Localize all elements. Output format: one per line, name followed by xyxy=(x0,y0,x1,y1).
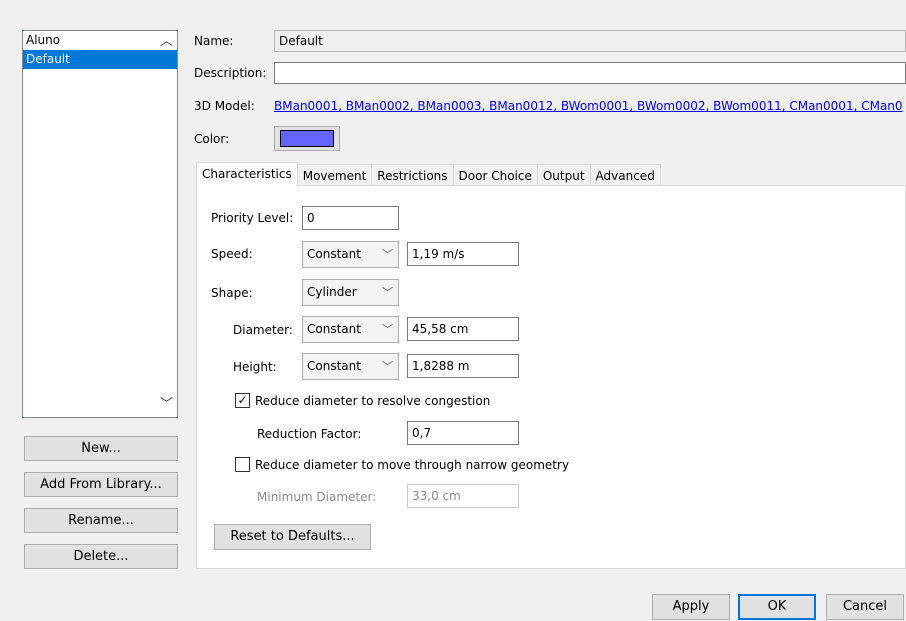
cancel-button[interactable]: Cancel xyxy=(826,594,904,620)
min-diameter-input: 33,0 cm xyxy=(407,484,519,508)
shape-select[interactable]: Cylinder ﹀ xyxy=(302,279,399,306)
speed-mode-value: Constant xyxy=(307,247,361,261)
reduction-factor-input[interactable]: 0,7 xyxy=(407,421,519,445)
add-from-library-button[interactable]: Add From Library... xyxy=(24,472,178,497)
diameter-input[interactable]: 45,58 cm xyxy=(407,317,519,341)
chevron-down-icon: ﹀ xyxy=(382,248,393,261)
reduce-narrow-label: Reduce diameter to move through narrow g… xyxy=(255,458,570,472)
speed-input[interactable]: 1,19 m/s xyxy=(407,242,519,266)
delete-button[interactable]: Delete... xyxy=(24,544,178,569)
chevron-down-icon: ﹀ xyxy=(382,286,393,299)
ok-button[interactable]: OK xyxy=(738,594,816,620)
reduce-congestion-label: Reduce diameter to resolve congestion xyxy=(255,394,491,408)
check-icon: ✓ xyxy=(237,393,248,407)
new-button[interactable]: New... xyxy=(24,436,178,461)
tab-bar: Characteristics Movement Restrictions Do… xyxy=(196,162,661,187)
tab-advanced[interactable]: Advanced xyxy=(589,164,661,186)
profile-list[interactable]: Aluno Default ︿ ﹀ xyxy=(22,30,178,418)
chevron-down-icon: ﹀ xyxy=(382,360,393,373)
list-item-aluno[interactable]: Aluno xyxy=(23,31,177,50)
description-label: Description: xyxy=(194,66,267,80)
color-swatch xyxy=(280,130,334,147)
reduce-congestion-checkbox[interactable]: ✓ xyxy=(235,393,250,408)
model-link[interactable]: BMan0001, BMan0002, BMan0003, BMan0012, … xyxy=(274,96,906,116)
tab-door-choice[interactable]: Door Choice xyxy=(452,164,538,186)
diameter-mode-value: Constant xyxy=(307,322,361,336)
speed-mode-select[interactable]: Constant ﹀ xyxy=(302,241,399,268)
priority-label: Priority Level: xyxy=(211,211,294,225)
height-mode-value: Constant xyxy=(307,359,361,373)
tab-movement[interactable]: Movement xyxy=(296,164,373,186)
reset-defaults-button[interactable]: Reset to Defaults... xyxy=(214,524,371,550)
color-label: Color: xyxy=(194,132,230,146)
min-diameter-label: Minimum Diameter: xyxy=(257,490,377,504)
name-field[interactable]: Default xyxy=(274,30,906,52)
tab-output[interactable]: Output xyxy=(536,164,591,186)
color-picker-button[interactable] xyxy=(274,126,340,151)
diameter-label: Diameter: xyxy=(233,323,293,337)
height-label: Height: xyxy=(233,360,277,374)
shape-label: Shape: xyxy=(211,286,253,300)
description-field[interactable] xyxy=(274,62,906,84)
speed-label: Speed: xyxy=(211,247,253,261)
model-label: 3D Model: xyxy=(194,99,255,113)
tab-restrictions[interactable]: Restrictions xyxy=(371,164,454,186)
reduction-factor-label: Reduction Factor: xyxy=(257,427,362,441)
chevron-down-icon: ﹀ xyxy=(382,323,393,336)
reduce-narrow-checkbox[interactable] xyxy=(235,457,250,472)
name-label: Name: xyxy=(194,34,234,48)
priority-input[interactable]: 0 xyxy=(302,206,399,230)
apply-button[interactable]: Apply xyxy=(652,594,730,620)
height-mode-select[interactable]: Constant ﹀ xyxy=(302,353,399,380)
tab-characteristics[interactable]: Characteristics xyxy=(196,162,298,187)
diameter-mode-select[interactable]: Constant ﹀ xyxy=(302,316,399,343)
list-item-default[interactable]: Default xyxy=(23,50,177,69)
scroll-up-icon[interactable]: ︿ xyxy=(160,35,173,48)
height-input[interactable]: 1,8288 m xyxy=(407,354,519,378)
rename-button[interactable]: Rename... xyxy=(24,508,178,533)
shape-value: Cylinder xyxy=(307,285,357,299)
scroll-down-icon[interactable]: ﹀ xyxy=(160,398,173,411)
